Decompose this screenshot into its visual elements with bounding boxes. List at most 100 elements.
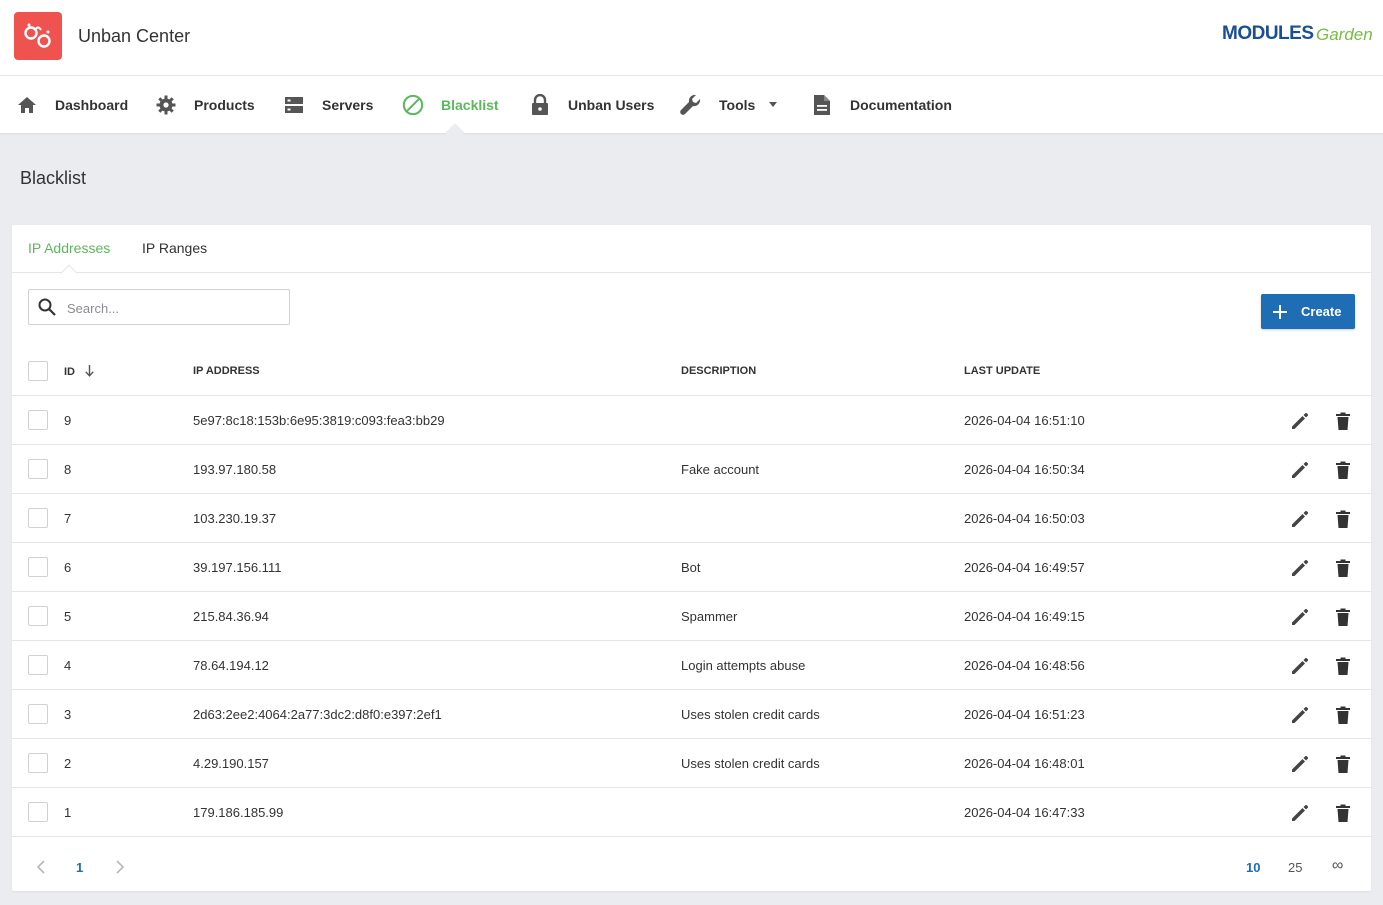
top-header: Unban Center MODULES Garden (0, 0, 1383, 76)
cell-description: Spammer (681, 609, 738, 624)
nav-unban-users-label: Unban Users (568, 96, 655, 113)
select-all-checkbox[interactable] (28, 361, 48, 381)
brand-part-1: MODULES (1222, 23, 1314, 44)
page-size-all[interactable]: ∞ (1332, 857, 1343, 875)
edit-pencil-icon[interactable] (1289, 459, 1311, 481)
cell-description: Bot (681, 560, 701, 575)
edit-pencil-icon[interactable] (1289, 606, 1311, 628)
cell-ip-address: 2d63:2ee2:4064:2a77:3dc2:d8f0:e397:2ef1 (193, 707, 442, 722)
cell-id: 3 (64, 707, 72, 722)
delete-trash-icon[interactable] (1332, 459, 1354, 481)
edit-pencil-icon[interactable] (1289, 802, 1311, 824)
plus-icon (1273, 304, 1287, 319)
delete-trash-icon[interactable] (1332, 508, 1354, 530)
nav-products-label: Products (194, 96, 255, 113)
create-button[interactable]: Create (1261, 294, 1355, 329)
nav-servers[interactable]: Servers (283, 76, 373, 133)
nav-documentation[interactable]: Documentation (811, 76, 952, 133)
nav-dashboard[interactable]: Dashboard (16, 76, 128, 133)
row-checkbox[interactable] (28, 704, 48, 724)
column-header-last-update[interactable]: LAST UPDATE (964, 365, 1040, 377)
cell-ip-address: 179.186.185.99 (193, 805, 284, 820)
handcuffs-icon[interactable] (14, 12, 62, 60)
row-checkbox[interactable] (28, 655, 48, 675)
nav-servers-label: Servers (322, 96, 374, 113)
cell-description: Uses stolen credit cards (681, 756, 820, 771)
sort-arrow-down-icon (85, 365, 94, 380)
row-checkbox[interactable] (28, 508, 48, 528)
block-icon (402, 94, 424, 116)
cell-last-update: 2026-04-04 16:48:01 (964, 756, 1085, 771)
nav-dashboard-label: Dashboard (55, 96, 129, 113)
row-checkbox[interactable] (28, 753, 48, 773)
active-tab-pointer (60, 264, 78, 282)
delete-trash-icon[interactable] (1332, 802, 1354, 824)
tab-ip-addresses[interactable]: IP Addresses (28, 240, 110, 256)
nav-blacklist[interactable]: Blacklist (402, 76, 499, 133)
edit-pencil-icon[interactable] (1289, 704, 1311, 726)
delete-trash-icon[interactable] (1332, 410, 1354, 432)
search-icon (37, 297, 57, 322)
cell-last-update: 2026-04-04 16:50:34 (964, 462, 1085, 477)
cell-ip-address: 215.84.36.94 (193, 609, 269, 624)
page-number[interactable]: 1 (76, 860, 83, 875)
cell-id: 4 (64, 658, 72, 673)
delete-trash-icon[interactable] (1332, 557, 1354, 579)
cell-id: 6 (64, 560, 72, 575)
row-checkbox[interactable] (28, 410, 48, 430)
page-title: Blacklist (20, 168, 87, 188)
cell-last-update: 2026-04-04 16:48:56 (964, 658, 1085, 673)
delete-trash-icon[interactable] (1332, 655, 1354, 677)
row-checkbox[interactable] (28, 459, 48, 479)
cell-id: 8 (64, 462, 72, 477)
cell-ip-address: 78.64.194.12 (193, 658, 269, 673)
cell-last-update: 2026-04-04 16:50:03 (964, 511, 1085, 526)
nav-documentation-label: Documentation (850, 96, 952, 113)
column-header-id[interactable]: ID (64, 365, 94, 380)
delete-trash-icon[interactable] (1332, 704, 1354, 726)
edit-pencil-icon[interactable] (1289, 557, 1311, 579)
row-checkbox[interactable] (28, 606, 48, 626)
table-row: 8 193.97.180.58 Fake account 2026-04-04 16:… (12, 445, 1371, 494)
row-checkbox[interactable] (28, 557, 48, 577)
table-row: 4 78.64.194.12 Login attempts abuse 2026-04… (12, 641, 1371, 690)
table-row: 3 2d63:2ee2:4064:2a77:3dc2:d8f0:e397:2ef1… (12, 690, 1371, 739)
nav-tools-label: Tools (719, 96, 756, 113)
cell-ip-address: 39.197.156.111 (193, 560, 282, 575)
search-input[interactable] (67, 297, 277, 319)
table-row: 9 5e97:8c18:153b:6e95:3819:c093:fea3:bb29… (12, 396, 1371, 445)
nav-tools[interactable]: Tools (680, 76, 778, 133)
cell-id: 1 (64, 805, 72, 820)
cell-last-update: 2026-04-04 16:49:57 (964, 560, 1085, 575)
wrench-icon (680, 94, 702, 116)
nav-unban-users[interactable]: Unban Users (529, 76, 654, 133)
chevron-right-icon[interactable] (115, 860, 125, 877)
cell-description: Uses stolen credit cards (681, 707, 820, 722)
row-checkbox[interactable] (28, 802, 48, 822)
cell-last-update: 2026-04-04 16:49:15 (964, 609, 1085, 624)
cell-last-update: 2026-04-04 16:51:10 (964, 413, 1085, 428)
cell-description: Login attempts abuse (681, 658, 806, 673)
page-size-10[interactable]: 10 (1246, 860, 1260, 875)
column-header-description[interactable]: DESCRIPTION (681, 365, 756, 377)
tab-bar: IP Addresses IP Ranges (12, 225, 1371, 282)
column-header-ip-address[interactable]: IP ADDRESS (193, 365, 260, 377)
main-navigation: Dashboard Products Servers Blacklist Unb… (0, 76, 1383, 133)
page-size-25[interactable]: 25 (1288, 860, 1302, 875)
edit-pencil-icon[interactable] (1289, 753, 1311, 775)
table-row: 2 4.29.190.157 Uses stolen credit cards 202… (12, 739, 1371, 788)
tab-ip-ranges[interactable]: IP Ranges (142, 240, 207, 256)
gear-icon (155, 94, 177, 116)
document-icon (811, 94, 833, 116)
create-button-label: Create (1301, 304, 1342, 319)
delete-trash-icon[interactable] (1332, 606, 1354, 628)
server-icon (283, 94, 305, 116)
edit-pencil-icon[interactable] (1289, 508, 1311, 530)
cell-ip-address: 5e97:8c18:153b:6e95:3819:c093:fea3:bb29 (193, 413, 445, 428)
nav-products[interactable]: Products (155, 76, 255, 133)
chevron-left-icon[interactable] (36, 860, 46, 877)
edit-pencil-icon[interactable] (1289, 410, 1311, 432)
edit-pencil-icon[interactable] (1289, 655, 1311, 677)
delete-trash-icon[interactable] (1332, 753, 1354, 775)
table-row: 5 215.84.36.94 Spammer 2026-04-04 16:49:15 (12, 592, 1371, 641)
